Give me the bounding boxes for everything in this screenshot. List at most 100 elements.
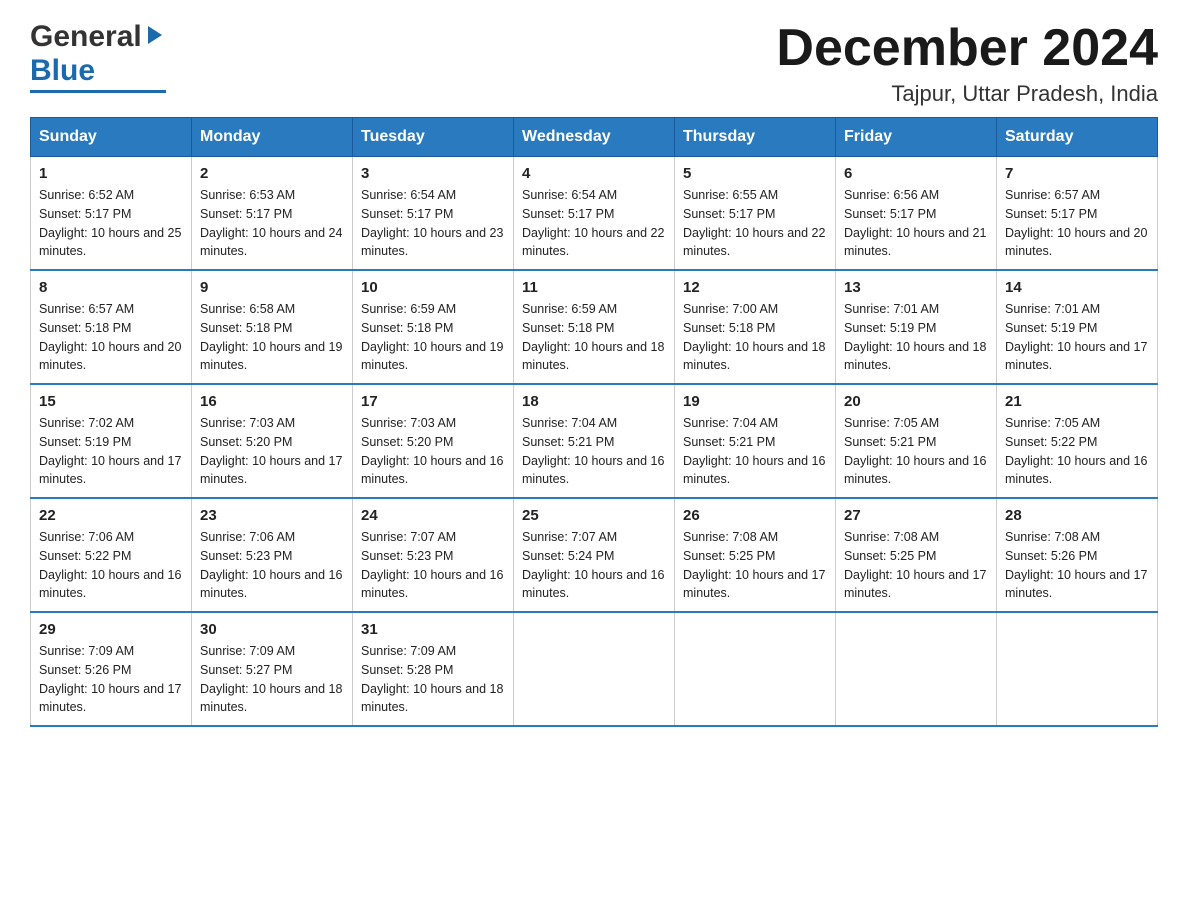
day-cell-24: 24Sunrise: 7:07 AMSunset: 5:23 PMDayligh…	[353, 498, 514, 612]
day-cell-29: 29Sunrise: 7:09 AMSunset: 5:26 PMDayligh…	[31, 612, 192, 726]
empty-cell	[675, 612, 836, 726]
day-number: 27	[844, 507, 988, 524]
logo-general: General	[30, 20, 142, 54]
calendar-header: SundayMondayTuesdayWednesdayThursdayFrid…	[31, 118, 1158, 157]
day-info: Sunrise: 7:07 AMSunset: 5:23 PMDaylight:…	[361, 528, 505, 603]
day-info: Sunrise: 7:02 AMSunset: 5:19 PMDaylight:…	[39, 414, 183, 489]
header-day-wednesday: Wednesday	[514, 118, 675, 157]
day-info: Sunrise: 7:09 AMSunset: 5:27 PMDaylight:…	[200, 642, 344, 717]
empty-cell	[836, 612, 997, 726]
day-cell-1: 1 Sunrise: 6:52 AMSunset: 5:17 PMDaylight…	[31, 157, 192, 271]
day-info: Sunrise: 6:52 AMSunset: 5:17 PMDaylight:…	[39, 186, 183, 261]
page-header: General Blue December 2024 Tajpur, Uttar…	[30, 20, 1158, 107]
title-block: December 2024 Tajpur, Uttar Pradesh, Ind…	[776, 20, 1158, 107]
day-info: Sunrise: 7:09 AMSunset: 5:26 PMDaylight:…	[39, 642, 183, 717]
day-number: 15	[39, 393, 183, 410]
day-info: Sunrise: 7:00 AMSunset: 5:18 PMDaylight:…	[683, 300, 827, 375]
day-number: 16	[200, 393, 344, 410]
day-info: Sunrise: 6:53 AMSunset: 5:17 PMDaylight:…	[200, 186, 344, 261]
day-info: Sunrise: 7:03 AMSunset: 5:20 PMDaylight:…	[200, 414, 344, 489]
header-day-monday: Monday	[192, 118, 353, 157]
day-cell-28: 28Sunrise: 7:08 AMSunset: 5:26 PMDayligh…	[997, 498, 1158, 612]
week-row-2: 8Sunrise: 6:57 AMSunset: 5:18 PMDaylight…	[31, 270, 1158, 384]
day-cell-11: 11 Sunrise: 6:59 AMSunset: 5:18 PMDayligh…	[514, 270, 675, 384]
day-number: 1	[39, 165, 183, 182]
day-cell-20: 20Sunrise: 7:05 AMSunset: 5:21 PMDayligh…	[836, 384, 997, 498]
location-title: Tajpur, Uttar Pradesh, India	[776, 81, 1158, 107]
day-info: Sunrise: 7:05 AMSunset: 5:22 PMDaylight:…	[1005, 414, 1149, 489]
header-day-thursday: Thursday	[675, 118, 836, 157]
day-number: 12	[683, 279, 827, 296]
day-info: Sunrise: 7:03 AMSunset: 5:20 PMDaylight:…	[361, 414, 505, 489]
day-info: Sunrise: 6:56 AMSunset: 5:17 PMDaylight:…	[844, 186, 988, 261]
day-cell-6: 6Sunrise: 6:56 AMSunset: 5:17 PMDaylight…	[836, 157, 997, 271]
day-info: Sunrise: 7:08 AMSunset: 5:25 PMDaylight:…	[683, 528, 827, 603]
day-number: 28	[1005, 507, 1149, 524]
day-info: Sunrise: 7:04 AMSunset: 5:21 PMDaylight:…	[522, 414, 666, 489]
day-number: 13	[844, 279, 988, 296]
day-cell-9: 9Sunrise: 6:58 AMSunset: 5:18 PMDaylight…	[192, 270, 353, 384]
week-row-5: 29Sunrise: 7:09 AMSunset: 5:26 PMDayligh…	[31, 612, 1158, 726]
day-number: 19	[683, 393, 827, 410]
day-cell-5: 5 Sunrise: 6:55 AMSunset: 5:17 PMDaylight…	[675, 157, 836, 271]
day-number: 10	[361, 279, 505, 296]
logo-blue: Blue	[30, 54, 95, 88]
header-day-saturday: Saturday	[997, 118, 1158, 157]
day-cell-22: 22 Sunrise: 7:06 AMSunset: 5:22 PMDayligh…	[31, 498, 192, 612]
logo-arrow-icon	[144, 24, 166, 46]
day-info: Sunrise: 6:54 AMSunset: 5:17 PMDaylight:…	[361, 186, 505, 261]
week-row-1: 1 Sunrise: 6:52 AMSunset: 5:17 PMDaylight…	[31, 157, 1158, 271]
header-day-tuesday: Tuesday	[353, 118, 514, 157]
day-number: 21	[1005, 393, 1149, 410]
day-cell-19: 19Sunrise: 7:04 AMSunset: 5:21 PMDayligh…	[675, 384, 836, 498]
day-number: 3	[361, 165, 505, 182]
logo: General Blue	[30, 20, 166, 93]
header-day-sunday: Sunday	[31, 118, 192, 157]
day-number: 9	[200, 279, 344, 296]
day-cell-10: 10 Sunrise: 6:59 AMSunset: 5:18 PMDayligh…	[353, 270, 514, 384]
day-cell-15: 15 Sunrise: 7:02 AMSunset: 5:19 PMDayligh…	[31, 384, 192, 498]
week-row-4: 22 Sunrise: 7:06 AMSunset: 5:22 PMDayligh…	[31, 498, 1158, 612]
day-info: Sunrise: 6:59 AMSunset: 5:18 PMDaylight:…	[361, 300, 505, 375]
day-cell-26: 26Sunrise: 7:08 AMSunset: 5:25 PMDayligh…	[675, 498, 836, 612]
day-number: 4	[522, 165, 666, 182]
day-info: Sunrise: 7:01 AMSunset: 5:19 PMDaylight:…	[1005, 300, 1149, 375]
day-cell-14: 14 Sunrise: 7:01 AMSunset: 5:19 PMDayligh…	[997, 270, 1158, 384]
day-info: Sunrise: 6:55 AMSunset: 5:17 PMDaylight:…	[683, 186, 827, 261]
month-title: December 2024	[776, 20, 1158, 77]
day-info: Sunrise: 7:08 AMSunset: 5:25 PMDaylight:…	[844, 528, 988, 603]
day-cell-8: 8Sunrise: 6:57 AMSunset: 5:18 PMDaylight…	[31, 270, 192, 384]
day-info: Sunrise: 6:59 AMSunset: 5:18 PMDaylight:…	[522, 300, 666, 375]
day-cell-3: 3 Sunrise: 6:54 AMSunset: 5:17 PMDaylight…	[353, 157, 514, 271]
day-cell-12: 12 Sunrise: 7:00 AMSunset: 5:18 PMDayligh…	[675, 270, 836, 384]
day-cell-31: 31Sunrise: 7:09 AMSunset: 5:28 PMDayligh…	[353, 612, 514, 726]
day-number: 22	[39, 507, 183, 524]
day-cell-7: 7 Sunrise: 6:57 AMSunset: 5:17 PMDaylight…	[997, 157, 1158, 271]
day-number: 17	[361, 393, 505, 410]
calendar-table: SundayMondayTuesdayWednesdayThursdayFrid…	[30, 117, 1158, 727]
day-cell-2: 2 Sunrise: 6:53 AMSunset: 5:17 PMDaylight…	[192, 157, 353, 271]
day-number: 5	[683, 165, 827, 182]
header-day-friday: Friday	[836, 118, 997, 157]
empty-cell	[997, 612, 1158, 726]
day-number: 18	[522, 393, 666, 410]
day-cell-17: 17 Sunrise: 7:03 AMSunset: 5:20 PMDayligh…	[353, 384, 514, 498]
day-number: 7	[1005, 165, 1149, 182]
day-number: 8	[39, 279, 183, 296]
day-cell-30: 30 Sunrise: 7:09 AMSunset: 5:27 PMDayligh…	[192, 612, 353, 726]
day-cell-27: 27 Sunrise: 7:08 AMSunset: 5:25 PMDayligh…	[836, 498, 997, 612]
day-cell-18: 18 Sunrise: 7:04 AMSunset: 5:21 PMDayligh…	[514, 384, 675, 498]
day-cell-21: 21 Sunrise: 7:05 AMSunset: 5:22 PMDayligh…	[997, 384, 1158, 498]
day-number: 2	[200, 165, 344, 182]
day-number: 11	[522, 279, 666, 296]
day-number: 25	[522, 507, 666, 524]
day-info: Sunrise: 6:57 AMSunset: 5:17 PMDaylight:…	[1005, 186, 1149, 261]
day-info: Sunrise: 7:06 AMSunset: 5:22 PMDaylight:…	[39, 528, 183, 603]
day-info: Sunrise: 7:01 AMSunset: 5:19 PMDaylight:…	[844, 300, 988, 375]
calendar-body: 1 Sunrise: 6:52 AMSunset: 5:17 PMDaylight…	[31, 157, 1158, 727]
day-info: Sunrise: 7:07 AMSunset: 5:24 PMDaylight:…	[522, 528, 666, 603]
day-number: 14	[1005, 279, 1149, 296]
day-number: 30	[200, 621, 344, 638]
day-number: 20	[844, 393, 988, 410]
header-row: SundayMondayTuesdayWednesdayThursdayFrid…	[31, 118, 1158, 157]
